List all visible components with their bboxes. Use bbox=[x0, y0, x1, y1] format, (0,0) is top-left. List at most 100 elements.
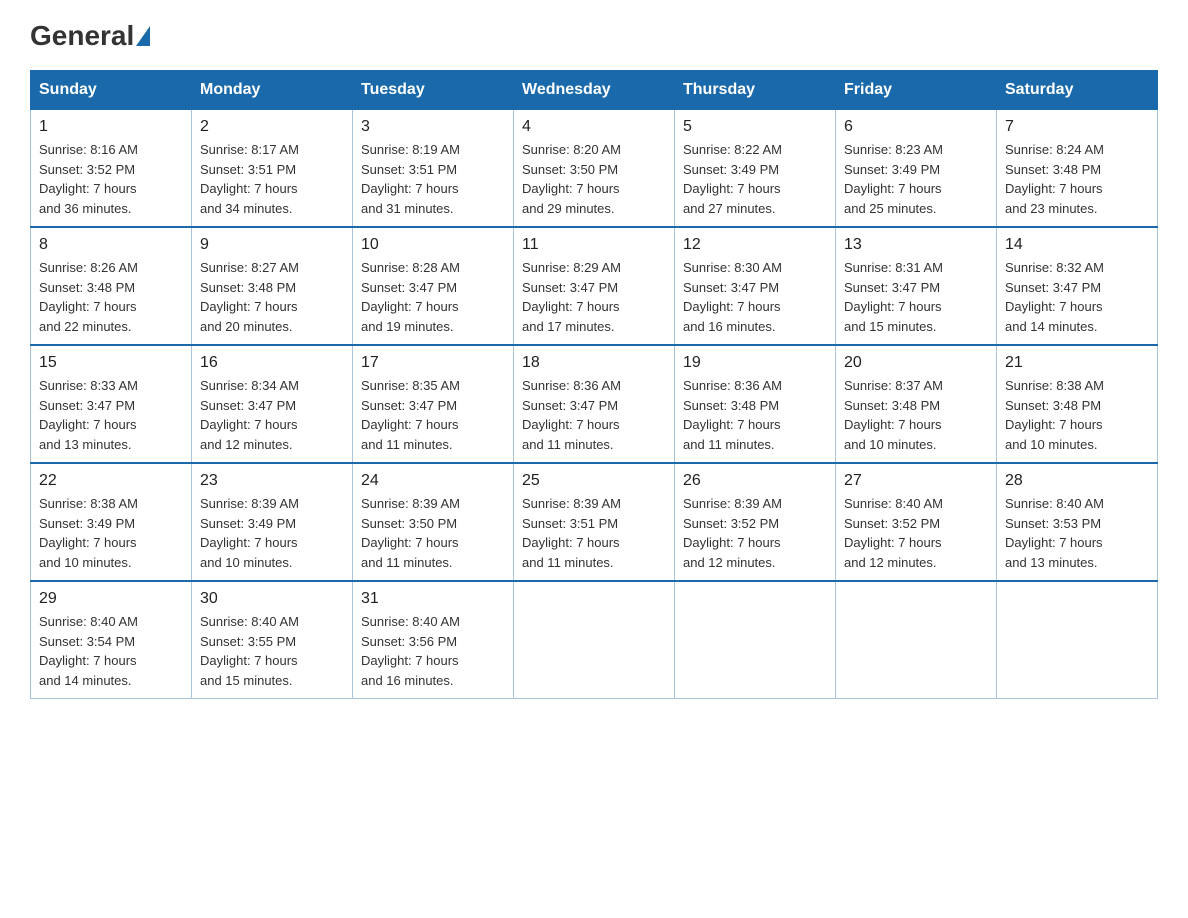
header-friday: Friday bbox=[836, 71, 997, 110]
day-info: Sunrise: 8:33 AMSunset: 3:47 PMDaylight:… bbox=[39, 376, 183, 454]
day-number: 16 bbox=[200, 354, 344, 372]
day-number: 13 bbox=[844, 236, 988, 254]
day-info: Sunrise: 8:39 AMSunset: 3:52 PMDaylight:… bbox=[683, 494, 827, 572]
header-sunday: Sunday bbox=[31, 71, 192, 110]
day-number: 17 bbox=[361, 354, 505, 372]
day-cell: 8Sunrise: 8:26 AMSunset: 3:48 PMDaylight… bbox=[31, 227, 192, 345]
day-cell: 14 Sunrise: 8:32 AMSunset: 3:47 PMDayligh… bbox=[997, 227, 1158, 345]
calendar-table: SundayMondayTuesdayWednesdayThursdayFrid… bbox=[30, 70, 1158, 699]
day-cell: 7Sunrise: 8:24 AMSunset: 3:48 PMDaylight… bbox=[997, 110, 1158, 228]
day-cell: 27Sunrise: 8:40 AMSunset: 3:52 PMDayligh… bbox=[836, 463, 997, 581]
day-number: 28 bbox=[1005, 472, 1149, 490]
day-info: Sunrise: 8:38 AMSunset: 3:48 PMDaylight:… bbox=[1005, 376, 1149, 454]
logo-general: General bbox=[30, 20, 134, 52]
day-info: Sunrise: 8:31 AMSunset: 3:47 PMDaylight:… bbox=[844, 258, 988, 336]
day-number: 7 bbox=[1005, 118, 1149, 136]
day-cell: 17Sunrise: 8:35 AMSunset: 3:47 PMDayligh… bbox=[353, 345, 514, 463]
day-cell bbox=[514, 581, 675, 699]
day-info: Sunrise: 8:40 AMSunset: 3:56 PMDaylight:… bbox=[361, 612, 505, 690]
day-number: 27 bbox=[844, 472, 988, 490]
header-saturday: Saturday bbox=[997, 71, 1158, 110]
day-info: Sunrise: 8:20 AMSunset: 3:50 PMDaylight:… bbox=[522, 140, 666, 218]
header-monday: Monday bbox=[192, 71, 353, 110]
day-number: 26 bbox=[683, 472, 827, 490]
day-info: Sunrise: 8:34 AMSunset: 3:47 PMDaylight:… bbox=[200, 376, 344, 454]
day-number: 4 bbox=[522, 118, 666, 136]
day-info: Sunrise: 8:39 AMSunset: 3:51 PMDaylight:… bbox=[522, 494, 666, 572]
week-row-2: 8Sunrise: 8:26 AMSunset: 3:48 PMDaylight… bbox=[31, 227, 1158, 345]
day-number: 19 bbox=[683, 354, 827, 372]
day-number: 15 bbox=[39, 354, 183, 372]
day-cell: 25 Sunrise: 8:39 AMSunset: 3:51 PMDayligh… bbox=[514, 463, 675, 581]
day-number: 10 bbox=[361, 236, 505, 254]
day-cell: 19 Sunrise: 8:36 AMSunset: 3:48 PMDayligh… bbox=[675, 345, 836, 463]
day-number: 12 bbox=[683, 236, 827, 254]
day-info: Sunrise: 8:28 AMSunset: 3:47 PMDaylight:… bbox=[361, 258, 505, 336]
day-cell: 15 Sunrise: 8:33 AMSunset: 3:47 PMDayligh… bbox=[31, 345, 192, 463]
day-number: 1 bbox=[39, 118, 183, 136]
day-cell: 31 Sunrise: 8:40 AMSunset: 3:56 PMDayligh… bbox=[353, 581, 514, 699]
day-number: 3 bbox=[361, 118, 505, 136]
day-cell: 3 Sunrise: 8:19 AMSunset: 3:51 PMDaylight… bbox=[353, 110, 514, 228]
day-cell: 2 Sunrise: 8:17 AMSunset: 3:51 PMDaylight… bbox=[192, 110, 353, 228]
week-row-3: 15 Sunrise: 8:33 AMSunset: 3:47 PMDayligh… bbox=[31, 345, 1158, 463]
header-row: SundayMondayTuesdayWednesdayThursdayFrid… bbox=[31, 71, 1158, 110]
day-cell: 23 Sunrise: 8:39 AMSunset: 3:49 PMDayligh… bbox=[192, 463, 353, 581]
day-info: Sunrise: 8:36 AMSunset: 3:48 PMDaylight:… bbox=[683, 376, 827, 454]
week-row-5: 29 Sunrise: 8:40 AMSunset: 3:54 PMDayligh… bbox=[31, 581, 1158, 699]
day-info: Sunrise: 8:40 AMSunset: 3:55 PMDaylight:… bbox=[200, 612, 344, 690]
header-tuesday: Tuesday bbox=[353, 71, 514, 110]
logo-text: General bbox=[30, 20, 152, 52]
day-info: Sunrise: 8:39 AMSunset: 3:50 PMDaylight:… bbox=[361, 494, 505, 572]
day-cell bbox=[675, 581, 836, 699]
day-number: 29 bbox=[39, 590, 183, 608]
logo-triangle-icon bbox=[136, 26, 150, 46]
day-cell bbox=[836, 581, 997, 699]
day-info: Sunrise: 8:38 AMSunset: 3:49 PMDaylight:… bbox=[39, 494, 183, 572]
day-info: Sunrise: 8:32 AMSunset: 3:47 PMDaylight:… bbox=[1005, 258, 1149, 336]
day-info: Sunrise: 8:19 AMSunset: 3:51 PMDaylight:… bbox=[361, 140, 505, 218]
day-number: 23 bbox=[200, 472, 344, 490]
page-header: General bbox=[30, 20, 1158, 50]
day-number: 14 bbox=[1005, 236, 1149, 254]
day-cell: 26 Sunrise: 8:39 AMSunset: 3:52 PMDayligh… bbox=[675, 463, 836, 581]
day-cell: 5Sunrise: 8:22 AMSunset: 3:49 PMDaylight… bbox=[675, 110, 836, 228]
day-info: Sunrise: 8:40 AMSunset: 3:54 PMDaylight:… bbox=[39, 612, 183, 690]
day-cell: 4 Sunrise: 8:20 AMSunset: 3:50 PMDaylight… bbox=[514, 110, 675, 228]
day-number: 30 bbox=[200, 590, 344, 608]
day-cell: 16 Sunrise: 8:34 AMSunset: 3:47 PMDayligh… bbox=[192, 345, 353, 463]
day-number: 5 bbox=[683, 118, 827, 136]
day-info: Sunrise: 8:16 AMSunset: 3:52 PMDaylight:… bbox=[39, 140, 183, 218]
week-row-1: 1 Sunrise: 8:16 AMSunset: 3:52 PMDaylight… bbox=[31, 110, 1158, 228]
logo: General bbox=[30, 20, 152, 50]
day-number: 22 bbox=[39, 472, 183, 490]
day-cell: 28 Sunrise: 8:40 AMSunset: 3:53 PMDayligh… bbox=[997, 463, 1158, 581]
day-number: 25 bbox=[522, 472, 666, 490]
day-cell bbox=[997, 581, 1158, 699]
day-number: 6 bbox=[844, 118, 988, 136]
day-cell: 22 Sunrise: 8:38 AMSunset: 3:49 PMDayligh… bbox=[31, 463, 192, 581]
day-info: Sunrise: 8:39 AMSunset: 3:49 PMDaylight:… bbox=[200, 494, 344, 572]
day-info: Sunrise: 8:27 AMSunset: 3:48 PMDaylight:… bbox=[200, 258, 344, 336]
day-info: Sunrise: 8:23 AMSunset: 3:49 PMDaylight:… bbox=[844, 140, 988, 218]
day-number: 8 bbox=[39, 236, 183, 254]
day-number: 18 bbox=[522, 354, 666, 372]
day-cell: 11 Sunrise: 8:29 AMSunset: 3:47 PMDayligh… bbox=[514, 227, 675, 345]
day-number: 31 bbox=[361, 590, 505, 608]
day-number: 21 bbox=[1005, 354, 1149, 372]
header-thursday: Thursday bbox=[675, 71, 836, 110]
day-number: 2 bbox=[200, 118, 344, 136]
day-cell: 20Sunrise: 8:37 AMSunset: 3:48 PMDayligh… bbox=[836, 345, 997, 463]
week-row-4: 22 Sunrise: 8:38 AMSunset: 3:49 PMDayligh… bbox=[31, 463, 1158, 581]
day-cell: 29 Sunrise: 8:40 AMSunset: 3:54 PMDayligh… bbox=[31, 581, 192, 699]
day-info: Sunrise: 8:40 AMSunset: 3:53 PMDaylight:… bbox=[1005, 494, 1149, 572]
day-info: Sunrise: 8:17 AMSunset: 3:51 PMDaylight:… bbox=[200, 140, 344, 218]
day-info: Sunrise: 8:29 AMSunset: 3:47 PMDaylight:… bbox=[522, 258, 666, 336]
day-cell: 10 Sunrise: 8:28 AMSunset: 3:47 PMDayligh… bbox=[353, 227, 514, 345]
day-number: 20 bbox=[844, 354, 988, 372]
header-wednesday: Wednesday bbox=[514, 71, 675, 110]
day-cell: 6 Sunrise: 8:23 AMSunset: 3:49 PMDaylight… bbox=[836, 110, 997, 228]
day-cell: 24Sunrise: 8:39 AMSunset: 3:50 PMDayligh… bbox=[353, 463, 514, 581]
day-number: 11 bbox=[522, 236, 666, 254]
day-cell: 12Sunrise: 8:30 AMSunset: 3:47 PMDayligh… bbox=[675, 227, 836, 345]
